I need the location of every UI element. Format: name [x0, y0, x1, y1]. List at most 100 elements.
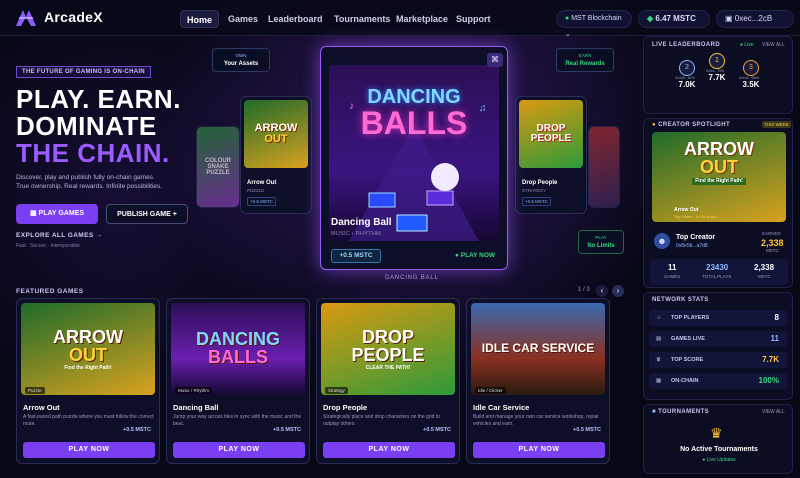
nav-games[interactable]: Games — [222, 10, 264, 28]
game-title: Drop People — [323, 403, 368, 412]
featured-card[interactable]: ARROW OUT Find the Right Path! Puzzle Ar… — [16, 298, 160, 464]
play-now-button[interactable]: PLAY NOW — [173, 442, 305, 458]
stat-value: 8 — [774, 313, 779, 322]
arrow-out-art: ARROW OUT — [244, 100, 308, 168]
stat-label: GAMES LIVE — [671, 336, 705, 342]
featured-card[interactable]: DANCING BALLS Music / Rhythm Dancing Bal… — [166, 298, 310, 464]
stat-value: 7.7K — [762, 355, 779, 364]
game-reward: +0.5 MSTC — [273, 427, 301, 433]
next-arrow-icon[interactable]: › — [612, 285, 624, 297]
publish-game-button[interactable]: PUBLISH GAME + — [106, 204, 188, 224]
game-reward: +0.5 MSTC — [123, 427, 151, 433]
hero-tag: THE FUTURE OF GAMING IS ON-CHAIN — [16, 66, 151, 78]
play-now-link[interactable]: ● PLAY NOW — [455, 252, 495, 259]
explore-all-games-link[interactable]: EXPLORE ALL GAMES → — [16, 232, 103, 239]
stat-label: TOP SCORE — [671, 357, 704, 363]
network-stats-title: NETWORK STATS — [652, 297, 709, 303]
brand-name[interactable]: ArcadeX — [44, 9, 103, 25]
gamepad-icon: ▦ — [29, 210, 37, 217]
genre-tag: Puzzle — [25, 387, 45, 394]
balance-value: 6.47 MSTC — [655, 14, 696, 23]
nav-tournaments[interactable]: Tournaments — [328, 10, 396, 28]
genre-tag: Strategy — [325, 387, 348, 394]
game-title: Idle Car Service — [473, 403, 530, 412]
creator-mstc-label: MSTC — [758, 274, 771, 279]
featured-art: DANCING BALLS — [171, 303, 305, 395]
card-title: Arrow Out — [247, 180, 277, 186]
carousel-card-dancing-ball[interactable]: ♪ ♫ DANCING BALLS ⌘ Dancing Ball MUSIC /… — [320, 46, 508, 270]
featured-card[interactable]: DROP PEOPLE CLEAR THE PATH! Strategy Dro… — [316, 298, 460, 464]
wallet-balance[interactable]: ◆ 6.47 MSTC — [638, 10, 710, 28]
art-title-1: DANCING — [196, 329, 280, 349]
featured-card[interactable]: IDLE CAR SERVICE Idle / Clicker Idle Car… — [466, 298, 610, 464]
no-tournaments-text: No Active Tournaments — [680, 446, 758, 453]
game-title: Dancing Ball — [173, 403, 219, 412]
featured-games-heading: FEATURED GAMES — [16, 288, 84, 295]
leaderboard-entry[interactable]: 1 0xfc4...799f 7.7K — [706, 53, 728, 82]
player-score: 7.7K — [708, 73, 726, 82]
play-now-button[interactable]: PLAY NOW — [473, 442, 605, 458]
rank-number: 2 — [685, 64, 689, 71]
creator-stats: 11 GAMES 23430 TOTAL PLAYS 2,338 MSTC — [650, 259, 788, 285]
featured-page-indicator: 1 / 3 — [578, 287, 590, 293]
own-label: OWN — [235, 53, 247, 58]
gamepad-icon[interactable]: ⌘ — [487, 53, 503, 67]
nav-marketplace[interactable]: Marketplace — [390, 10, 454, 28]
earned-value: 2,338 — [761, 238, 784, 248]
earn-value: Real Rewards — [565, 61, 605, 67]
nav-leaderboard[interactable]: Leaderboard — [262, 10, 329, 28]
art-title-2: BALLS — [360, 105, 468, 141]
tournaments-view-all[interactable]: VIEW ALL — [762, 409, 785, 415]
hero-line-2: DOMINATE — [16, 111, 157, 141]
art-title-2: OUT — [700, 157, 738, 177]
creator-plays-value: 23430 — [706, 263, 729, 272]
game-reward: +0.5 MSTC — [573, 427, 601, 433]
chain-selector[interactable]: ● MST Blockchain ⌄ — [556, 10, 632, 38]
wallet-icon: ▣ — [725, 14, 733, 23]
leaderboard-view-all[interactable]: VIEW ALL — [762, 42, 785, 48]
leaderboard-entry[interactable]: 3 0x1d4...59e0 3.5K — [739, 60, 762, 89]
nav-support[interactable]: Support — [450, 10, 497, 28]
card-genre: STRATEGY — [522, 188, 546, 193]
own-value: Your Assets — [223, 61, 259, 67]
play-games-button[interactable]: ▦ PLAY GAMES — [16, 204, 98, 224]
chevron-down-icon: ⌄ — [565, 31, 571, 38]
leaderboard-entry[interactable]: 2 0x2a5...fe76 7.0K — [675, 60, 698, 89]
carousel-card-drop-people[interactable]: DROP PEOPLE Drop People STRATEGY +0.5 MST… — [515, 96, 587, 214]
game-description: Jump your way across tiles in sync with … — [173, 414, 302, 427]
network-stat-row: ▤ GAMES LIVE 11 — [649, 331, 787, 347]
play-now-label: PLAY NOW — [460, 252, 496, 259]
games-icon: ▤ — [656, 336, 662, 342]
spotlight-game-sub: Top Game · 5,456 plays — [674, 214, 717, 219]
medal-icon: 1 — [709, 53, 725, 69]
carousel-card-far-left[interactable]: COLOUR SNAKE PUZZLE — [196, 126, 240, 208]
token-icon: ◆ — [647, 14, 654, 23]
art-title-2: BALLS — [208, 347, 268, 367]
arcadex-logo-icon[interactable] — [14, 8, 38, 28]
stat-label: TOP PLAYERS — [671, 315, 710, 321]
wallet-address[interactable]: ▣ 0xec...2cB — [716, 10, 794, 28]
spotlight-game-name: Arrow Out — [674, 207, 699, 213]
spotlight-title: ● CREATOR SPOTLIGHT — [652, 122, 730, 128]
prev-arrow-icon[interactable]: ‹ — [596, 285, 608, 297]
carousel-card-far-right[interactable] — [588, 126, 620, 208]
play-now-button[interactable]: PLAY NOW — [23, 442, 155, 458]
player-score: 7.0K — [678, 80, 696, 89]
art-title-2: OUT — [264, 133, 288, 145]
spotlight-game-art[interactable]: ARROW OUT Find the Right Path! — [652, 132, 786, 222]
this-week-badge: THIS WEEK — [762, 121, 791, 128]
play-now-button[interactable]: PLAY NOW — [323, 442, 455, 458]
nav-home[interactable]: Home — [180, 10, 220, 28]
earned-unit: MSTC — [766, 248, 779, 253]
game-description: Strategically place and drop characters … — [323, 414, 441, 427]
card-reward: +0.5 MSTC — [522, 197, 551, 206]
play-value: No Limits — [587, 243, 615, 249]
explore-subtitle: Fast · Secure · Interoperable — [16, 243, 80, 249]
card-genre: MUSIC / RHYTHM — [331, 231, 382, 237]
creator-plays-label: TOTAL PLAYS — [702, 274, 732, 279]
game-description: Build and manage your own car service wo… — [473, 414, 599, 427]
status-dot-icon: ● — [565, 15, 570, 22]
carousel-card-arrow-out[interactable]: ARROW OUT Arrow Out PUZZLE +0.5 MSTC — [240, 96, 312, 214]
leaderboard-title: LIVE LEADERBOARD — [652, 42, 721, 48]
hero-subtitle-2: True ownership. Real rewards. Infinite p… — [16, 183, 163, 190]
